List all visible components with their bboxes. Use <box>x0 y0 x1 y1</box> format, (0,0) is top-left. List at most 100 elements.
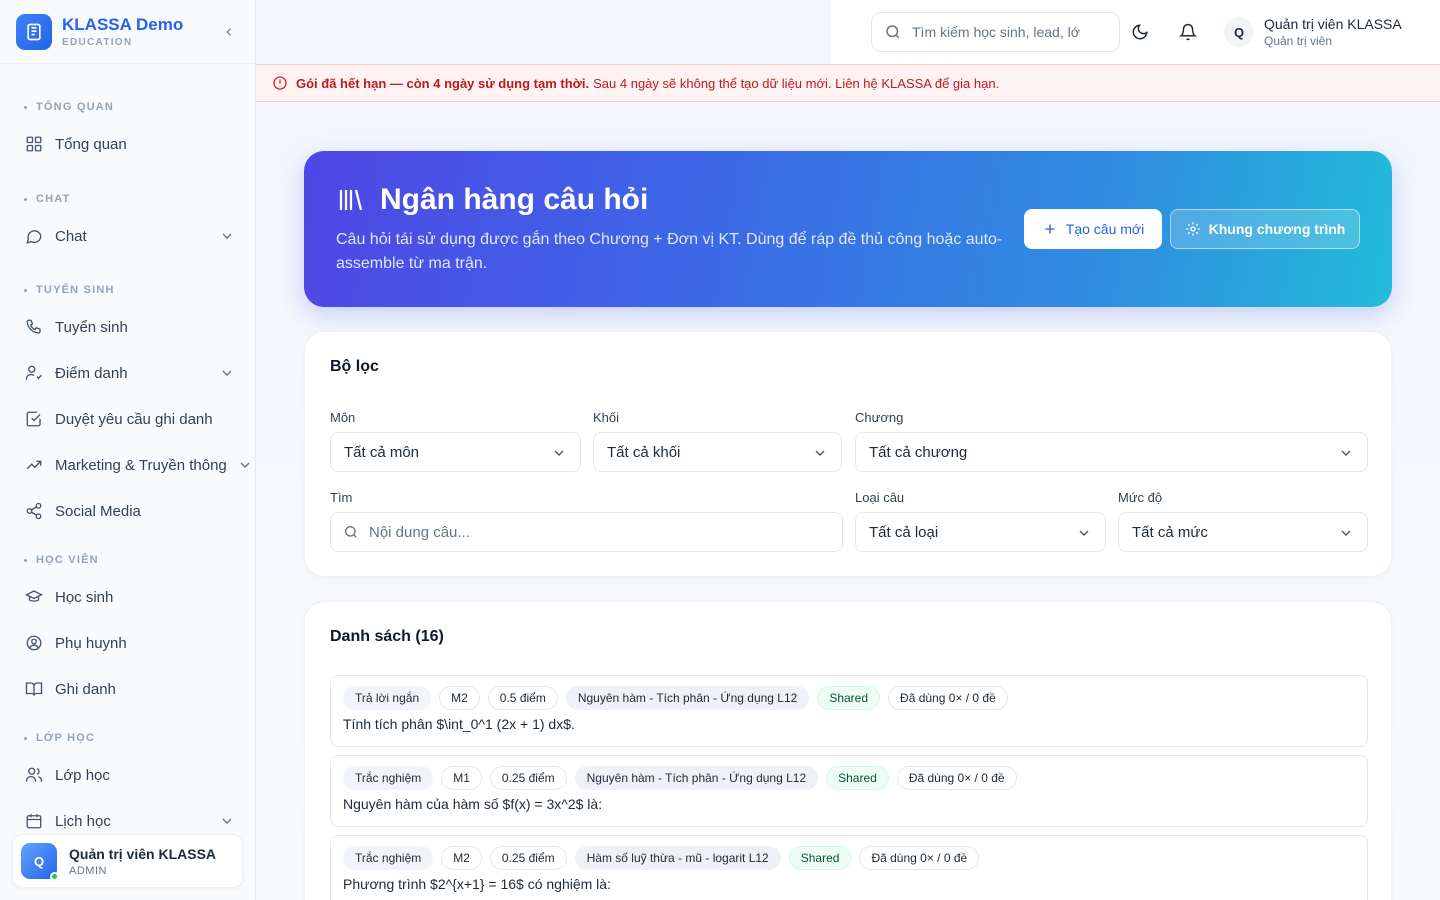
main-content: Ngân hàng câu hỏi Câu hỏi tái sử dụng đư… <box>256 102 1440 900</box>
sidebar-item-classes[interactable]: Lớp học <box>0 752 255 798</box>
plus-icon <box>1042 221 1058 237</box>
sidebar-item-label: Duyệt yêu cầu ghi danh <box>55 410 213 428</box>
question-list-card: Danh sách (16) Trả lời ngắn M2 0.5 điểm … <box>304 601 1392 900</box>
chevron-down-icon <box>219 365 235 381</box>
sidebar-item-label: Lớp học <box>55 766 110 784</box>
sidebar-user-card[interactable]: Q Quản trị viên KLASSA ADMIN <box>12 834 243 888</box>
chapter-select[interactable]: Tất cả chương <box>855 432 1368 472</box>
question-item[interactable]: Trắc nghiệm M2 0.25 điểm Hàm số luỹ thừa… <box>330 835 1368 900</box>
question-chapter-badge: Nguyên hàm - Tích phân - Ứng dụng L12 <box>565 686 810 710</box>
message-circle-icon <box>24 226 44 246</box>
brand-sub: EDUCATION <box>62 37 133 48</box>
question-shared-badge: Shared <box>788 846 852 870</box>
type-select[interactable]: Tất cả loại <box>855 512 1106 552</box>
question-points-badge: 0.25 điểm <box>489 846 567 870</box>
calendar-icon <box>24 811 44 831</box>
question-shared-badge: Shared <box>826 766 889 790</box>
chevron-down-icon <box>551 445 567 461</box>
brand: KLASSA Demo EDUCATION <box>0 0 255 64</box>
level-label: Mức độ <box>1118 490 1163 505</box>
brand-logo-icon <box>16 13 52 50</box>
header-user-role: Quản trị viên <box>1264 34 1333 48</box>
hero-banner: Ngân hàng câu hỏi Câu hỏi tái sử dụng đư… <box>304 151 1392 307</box>
chapter-label: Chương <box>855 410 904 425</box>
trending-up-icon <box>24 455 44 475</box>
sidebar-item-enrollment-requests[interactable]: Duyệt yêu cầu ghi danh <box>0 396 255 442</box>
question-level-badge: M2 <box>439 686 480 710</box>
avatar: Q <box>21 843 59 881</box>
sidebar-item-chat[interactable]: Chat <box>0 213 255 259</box>
alert-circle-icon <box>272 75 288 91</box>
section-overview: TỔNG QUAN <box>0 97 255 117</box>
chevron-down-icon <box>237 457 253 473</box>
section-chat: CHAT <box>0 189 255 209</box>
check-square-icon <box>24 409 44 429</box>
sidebar-item-marketing[interactable]: Marketing & Truyền thông <box>0 442 255 488</box>
sidebar-item-label: Lịch học <box>55 812 111 830</box>
share-icon <box>24 501 44 521</box>
question-item[interactable]: Trả lời ngắn M2 0.5 điểm Nguyên hàm - Tí… <box>330 675 1368 747</box>
grid-icon <box>24 134 44 154</box>
sidebar-item-parents[interactable]: Phụ huynh <box>0 620 255 666</box>
question-points-badge: 0.25 điểm <box>489 766 567 790</box>
filters-title: Bộ lọc <box>330 358 379 375</box>
notifications-button[interactable] <box>1168 12 1208 52</box>
search-label: Tìm <box>330 490 353 505</box>
page-title: Ngân hàng câu hỏi <box>336 183 648 217</box>
sidebar-item-overview[interactable]: Tổng quan <box>0 121 255 167</box>
subject-select[interactable]: Tất cả môn <box>330 432 581 472</box>
sidebar-item-enrollment[interactable]: Ghi danh <box>0 666 255 712</box>
header-avatar[interactable]: Q <box>1224 17 1254 47</box>
sidebar-item-label: Điểm danh <box>55 364 128 382</box>
alert-strong-text: Gói đã hết hạn — còn 4 ngày sử dụng tạm … <box>296 75 590 91</box>
question-item[interactable]: Trắc nghiệm M1 0.25 điểm Nguyên hàm - Tí… <box>330 755 1368 827</box>
question-chapter-badge: Nguyên hàm - Tích phân - Ứng dụng L12 <box>574 766 819 790</box>
question-search-input[interactable]: Nội dung câu... <box>330 512 843 552</box>
search-placeholder: Tìm kiếm học sinh, lead, lớ <box>912 24 1080 40</box>
question-usage-badge: Đã dùng 0× / 0 đề <box>888 686 1008 710</box>
header-user-name: Quản trị viên KLASSA <box>1264 16 1402 32</box>
question-type-badge: Trắc nghiệm <box>343 766 434 790</box>
list-title: Danh sách (16) <box>330 628 444 645</box>
chevron-down-icon <box>1338 525 1354 541</box>
topbar: Tìm kiếm học sinh, lead, lớ Q Quản trị v… <box>831 0 1440 64</box>
phone-icon <box>24 317 44 337</box>
grade-select[interactable]: Tất cả khối <box>593 432 842 472</box>
user-circle-icon <box>24 633 44 653</box>
sidebar-item-admissions[interactable]: Tuyển sinh <box>0 304 255 350</box>
book-open-icon <box>24 679 44 699</box>
chevron-down-icon <box>1338 445 1354 461</box>
global-search-input[interactable]: Tìm kiếm học sinh, lead, lớ <box>871 12 1120 52</box>
sidebar-item-attendance[interactable]: Điểm danh <box>0 350 255 396</box>
moon-icon <box>1131 23 1149 41</box>
question-text: Phương trình $2^{x+1} = 16$ có nghiệm là… <box>343 876 611 892</box>
curriculum-frame-button[interactable]: Khung chương trình <box>1170 209 1360 249</box>
graduation-cap-icon <box>24 587 44 607</box>
type-label: Loại câu <box>855 490 905 505</box>
level-select[interactable]: Tất cả mức <box>1118 512 1368 552</box>
subscription-alert: Gói đã hết hạn — còn 4 ngày sử dụng tạm … <box>256 64 1440 102</box>
sidebar-item-label: Chat <box>55 227 87 245</box>
bell-icon <box>1179 23 1197 41</box>
gear-icon <box>1185 221 1201 237</box>
question-type-badge: Trả lời ngắn <box>343 686 432 710</box>
sidebar-nav: TỔNG QUAN Tổng quan CHAT Chat TUYỂN SINH… <box>0 64 255 844</box>
sidebar: KLASSA Demo EDUCATION TỔNG QUAN Tổng qua… <box>0 0 256 900</box>
sidebar-item-label: Học sinh <box>55 588 114 606</box>
question-chapter-badge: Hàm số luỹ thừa - mũ - logarit L12 <box>574 846 781 870</box>
collapse-sidebar-button[interactable] <box>219 22 239 42</box>
create-question-button[interactable]: Tạo câu mới <box>1024 209 1162 249</box>
sidebar-item-students[interactable]: Học sinh <box>0 574 255 620</box>
grade-label: Khối <box>593 410 620 425</box>
sidebar-item-label: Tổng quan <box>55 135 127 153</box>
question-text: Tính tích phân $\int_0^1 (2x + 1) dx$. <box>343 716 575 732</box>
header-user-menu[interactable]: Quản trị viên KLASSA Quản trị viên <box>1264 16 1402 48</box>
filters-card: Bộ lọc Môn Tất cả môn Khối Tất cả khối C… <box>304 331 1392 577</box>
sidebar-item-social-media[interactable]: Social Media <box>0 488 255 534</box>
sidebar-item-label: Tuyển sinh <box>55 318 128 336</box>
sidebar-item-label: Marketing & Truyền thông <box>55 456 227 474</box>
theme-toggle-button[interactable] <box>1120 12 1160 52</box>
library-icon <box>336 185 366 215</box>
users-icon <box>24 765 44 785</box>
section-admissions: TUYỂN SINH <box>0 280 255 300</box>
